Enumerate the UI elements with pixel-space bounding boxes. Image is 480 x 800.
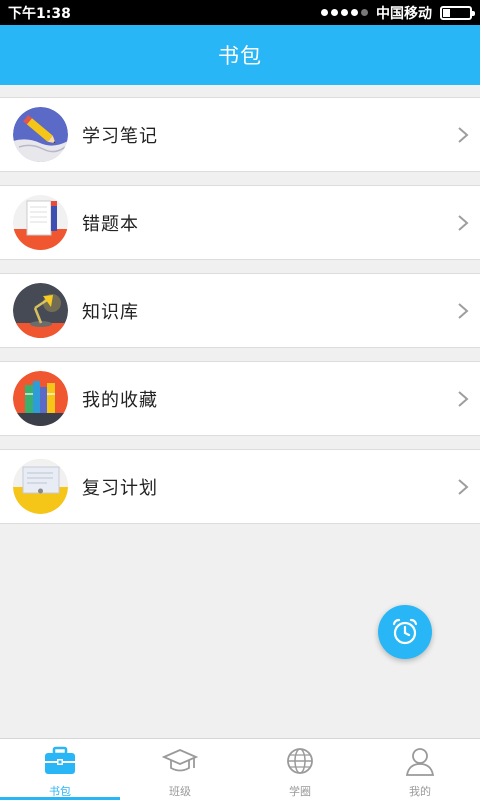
alarm-clock-button[interactable] [378,605,432,659]
review-plan-icon [13,459,68,514]
tab-class[interactable]: 班级 [120,739,240,800]
menu-item-error-book[interactable]: 错题本 [0,185,480,260]
error-book-icon [13,195,68,250]
page-title: 书包 [218,44,262,68]
tab-label: 学圈 [289,785,311,798]
tab-label: 班级 [169,785,191,798]
menu-list: 学习笔记 错题本 知识库 我的收藏 复习计划 [0,97,480,537]
tab-schoolbag[interactable]: 书包 [0,739,120,800]
chevron-right-icon [458,478,469,495]
chevron-right-icon [458,126,469,143]
menu-item-label: 我的收藏 [82,389,158,411]
bottom-nav: 书包 班级 学圈 我的 [0,738,480,800]
desk-lamp-icon [13,283,68,338]
chevron-right-icon [458,390,469,407]
status-right: 中国移动 [321,3,475,23]
menu-item-review-plan[interactable]: 复习计划 [0,449,480,524]
briefcase-icon [45,746,75,774]
menu-item-label: 复习计划 [82,477,158,499]
battery-icon [440,5,475,20]
globe-icon [287,748,313,774]
tab-label: 书包 [49,785,71,798]
signal-strength-icon [321,9,368,16]
app-header: 书包 [0,25,480,85]
menu-item-favorites[interactable]: 我的收藏 [0,361,480,436]
menu-item-label: 知识库 [82,301,139,323]
bookshelf-icon [13,371,68,426]
graduation-cap-icon [162,749,198,772]
menu-item-label: 错题本 [82,213,139,235]
chevron-right-icon [458,302,469,319]
status-carrier: 中国移动 [376,5,432,22]
tab-circle[interactable]: 学圈 [240,739,360,800]
status-bar: 下午1:38 中国移动 [0,0,480,25]
user-icon [405,748,435,776]
tab-mine[interactable]: 我的 [360,739,480,800]
menu-item-knowledge-base[interactable]: 知识库 [0,273,480,348]
menu-item-study-notes[interactable]: 学习笔记 [0,97,480,172]
menu-item-label: 学习笔记 [82,125,158,147]
tab-label: 我的 [409,785,431,798]
notebook-pencil-icon [13,107,68,162]
alarm-clock-icon [392,618,418,645]
status-time: 下午1:38 [8,5,71,22]
chevron-right-icon [458,214,469,231]
